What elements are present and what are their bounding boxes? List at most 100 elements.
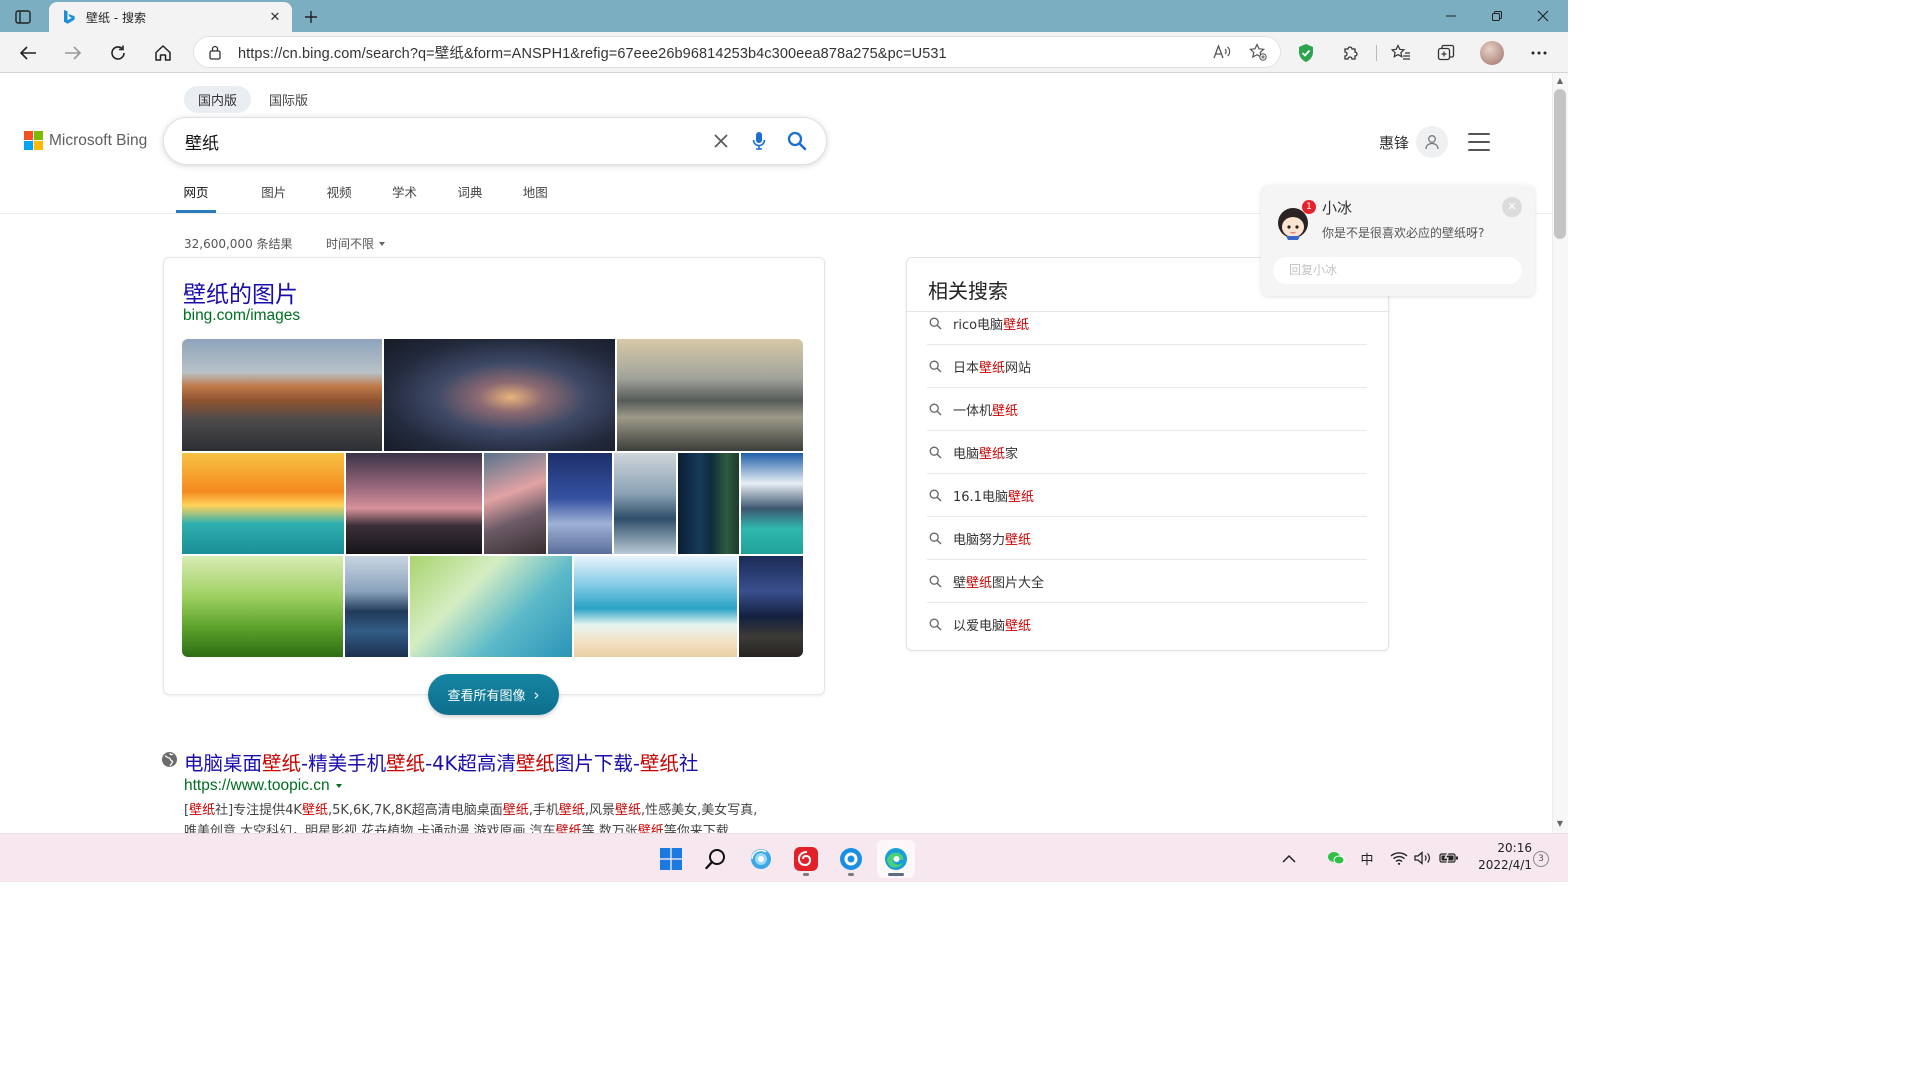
related-search-item[interactable]: 日本壁纸网站 xyxy=(927,345,1367,388)
image-thumbnail[interactable] xyxy=(182,339,382,451)
image-thumbnail[interactable] xyxy=(346,453,482,554)
taskbar-app-qq[interactable] xyxy=(832,840,870,878)
search-box[interactable]: 壁纸 xyxy=(163,117,827,165)
search-icon xyxy=(927,487,943,503)
refresh-button[interactable] xyxy=(103,38,133,68)
scroll-up-icon[interactable]: ▲ xyxy=(1555,76,1565,86)
snippet-line: [壁纸社]专注提供4K壁纸,5K,6K,7K,8K超高清电脑桌面壁纸,手机壁纸,… xyxy=(184,803,758,818)
add-favorite-icon[interactable] xyxy=(1244,38,1272,66)
start-button[interactable] xyxy=(652,840,690,878)
image-answer-card: 壁纸的图片 bing.com/images xyxy=(163,257,825,695)
related-search-item[interactable]: 壁壁纸图片大全 xyxy=(927,560,1367,603)
tab-academic[interactable]: 学术 xyxy=(372,182,437,213)
tab-close-icon[interactable]: ✕ xyxy=(264,6,286,28)
result-title-link[interactable]: 电脑桌面壁纸-精美手机壁纸-4K超高清壁纸图片下载-壁纸社 xyxy=(184,747,698,776)
menu-icon[interactable] xyxy=(1466,130,1492,154)
home-button[interactable] xyxy=(148,38,178,68)
microphone-icon[interactable] xyxy=(742,124,776,158)
search-input[interactable]: 壁纸 xyxy=(164,129,704,154)
extensions-button[interactable] xyxy=(1336,38,1366,68)
related-search-item[interactable]: rico电脑壁纸 xyxy=(927,302,1367,345)
scroll-down-icon[interactable]: ▼ xyxy=(1555,819,1565,829)
adblock-extension-button[interactable] xyxy=(1291,38,1321,68)
arrow-left-icon xyxy=(19,46,36,60)
user-avatar[interactable] xyxy=(1416,126,1448,158)
image-thumbnail[interactable] xyxy=(182,453,344,554)
settings-more-button[interactable] xyxy=(1524,38,1554,68)
image-card-title[interactable]: 壁纸的图片 xyxy=(183,275,298,309)
result-url[interactable]: https://www.toopic.cn xyxy=(184,777,342,795)
related-search-item[interactable]: 电脑壁纸家 xyxy=(927,431,1367,474)
image-thumbnail[interactable] xyxy=(548,453,612,554)
favorites-list-icon xyxy=(1391,44,1410,60)
search-icon xyxy=(927,573,943,589)
tab-images[interactable]: 图片 xyxy=(241,182,306,213)
image-thumbnail[interactable] xyxy=(617,339,803,451)
scrollbar-thumb[interactable] xyxy=(1554,89,1566,239)
wechat-tray-icon[interactable] xyxy=(1326,846,1346,870)
image-thumbnail[interactable] xyxy=(182,556,343,657)
related-search-item[interactable]: 电脑努力壁纸 xyxy=(927,517,1367,560)
search-icon xyxy=(927,401,943,417)
image-thumbnail[interactable] xyxy=(741,453,803,554)
caret-down-icon[interactable] xyxy=(335,784,342,788)
new-tab-button[interactable] xyxy=(298,5,324,29)
tab-actions-button[interactable] xyxy=(10,6,36,28)
view-all-images-button[interactable]: 查看所有图像 › xyxy=(428,674,559,715)
image-thumbnail[interactable] xyxy=(678,453,739,554)
related-search-text: 16.1电脑壁纸 xyxy=(953,489,1034,505)
image-thumbnail[interactable] xyxy=(345,556,408,657)
back-button[interactable] xyxy=(13,38,43,68)
profile-button[interactable] xyxy=(1477,38,1507,68)
reply-input[interactable]: 回复小冰 xyxy=(1273,257,1522,284)
image-thumbnail[interactable] xyxy=(384,339,615,451)
tab-videos[interactable]: 视频 xyxy=(306,182,371,213)
image-thumbnail[interactable] xyxy=(739,556,803,657)
related-search-item[interactable]: 以爱电脑壁纸 xyxy=(927,603,1367,646)
search-icon[interactable] xyxy=(780,124,814,158)
image-thumbnail[interactable] xyxy=(614,453,676,554)
taskbar-app-edge[interactable] xyxy=(877,840,915,878)
page-scrollbar[interactable]: ▲ ▼ xyxy=(1552,73,1568,833)
collections-button[interactable] xyxy=(1431,38,1461,68)
image-thumbnail[interactable] xyxy=(484,453,546,554)
search-icon xyxy=(927,530,943,546)
search-icon xyxy=(705,849,725,870)
active-tab[interactable]: 壁纸 - 搜索 ✕ xyxy=(49,2,292,32)
forward-button[interactable] xyxy=(58,38,88,68)
market-international[interactable]: 国际版 xyxy=(255,86,322,113)
tab-maps[interactable]: 地图 xyxy=(503,182,568,213)
tab-web[interactable]: 网页 xyxy=(176,182,216,213)
search-taskbar-button[interactable] xyxy=(697,840,735,878)
notification-center-badge[interactable]: 3 xyxy=(1533,851,1549,867)
read-aloud-icon[interactable] xyxy=(1208,38,1236,66)
lock-icon[interactable] xyxy=(200,37,230,67)
address-bar[interactable]: https://cn.bing.com/search?q=壁纸&form=ANS… xyxy=(193,36,1281,68)
system-clock[interactable]: 20:16 2022/4/1 xyxy=(1468,840,1532,874)
image-thumbnail[interactable] xyxy=(410,556,572,657)
image-thumbnail[interactable] xyxy=(574,556,737,657)
minimize-button[interactable] xyxy=(1428,4,1474,28)
clear-search-icon[interactable] xyxy=(704,124,738,158)
restore-button[interactable] xyxy=(1474,4,1520,28)
show-hidden-icons[interactable] xyxy=(1278,846,1300,870)
volume-icon[interactable] xyxy=(1412,846,1434,870)
market-domestic[interactable]: 国内版 xyxy=(184,86,252,113)
bing-logo[interactable]: Microsoft Bing xyxy=(24,131,147,150)
taskbar-app-browser-360[interactable] xyxy=(742,840,780,878)
related-search-text: 壁壁纸图片大全 xyxy=(953,575,1045,591)
battery-icon[interactable] xyxy=(1437,846,1461,870)
time-filter-dropdown[interactable]: 时间不限 xyxy=(326,235,386,252)
close-icon[interactable]: ✕ xyxy=(1502,197,1522,217)
active-indicator xyxy=(888,873,904,876)
close-window-button[interactable] xyxy=(1520,4,1566,28)
related-search-item[interactable]: 16.1电脑壁纸 xyxy=(927,474,1367,517)
favorites-button[interactable] xyxy=(1386,38,1416,68)
tab-dictionary[interactable]: 词典 xyxy=(437,182,502,213)
taskbar-app-netease-music[interactable] xyxy=(787,840,825,878)
wifi-icon[interactable] xyxy=(1388,846,1410,870)
image-card-url[interactable]: bing.com/images xyxy=(183,307,300,325)
ime-indicator[interactable]: 中 xyxy=(1356,846,1378,870)
user-name[interactable]: 惠锋 xyxy=(1379,132,1409,153)
related-search-item[interactable]: 一体机壁纸 xyxy=(927,388,1367,431)
